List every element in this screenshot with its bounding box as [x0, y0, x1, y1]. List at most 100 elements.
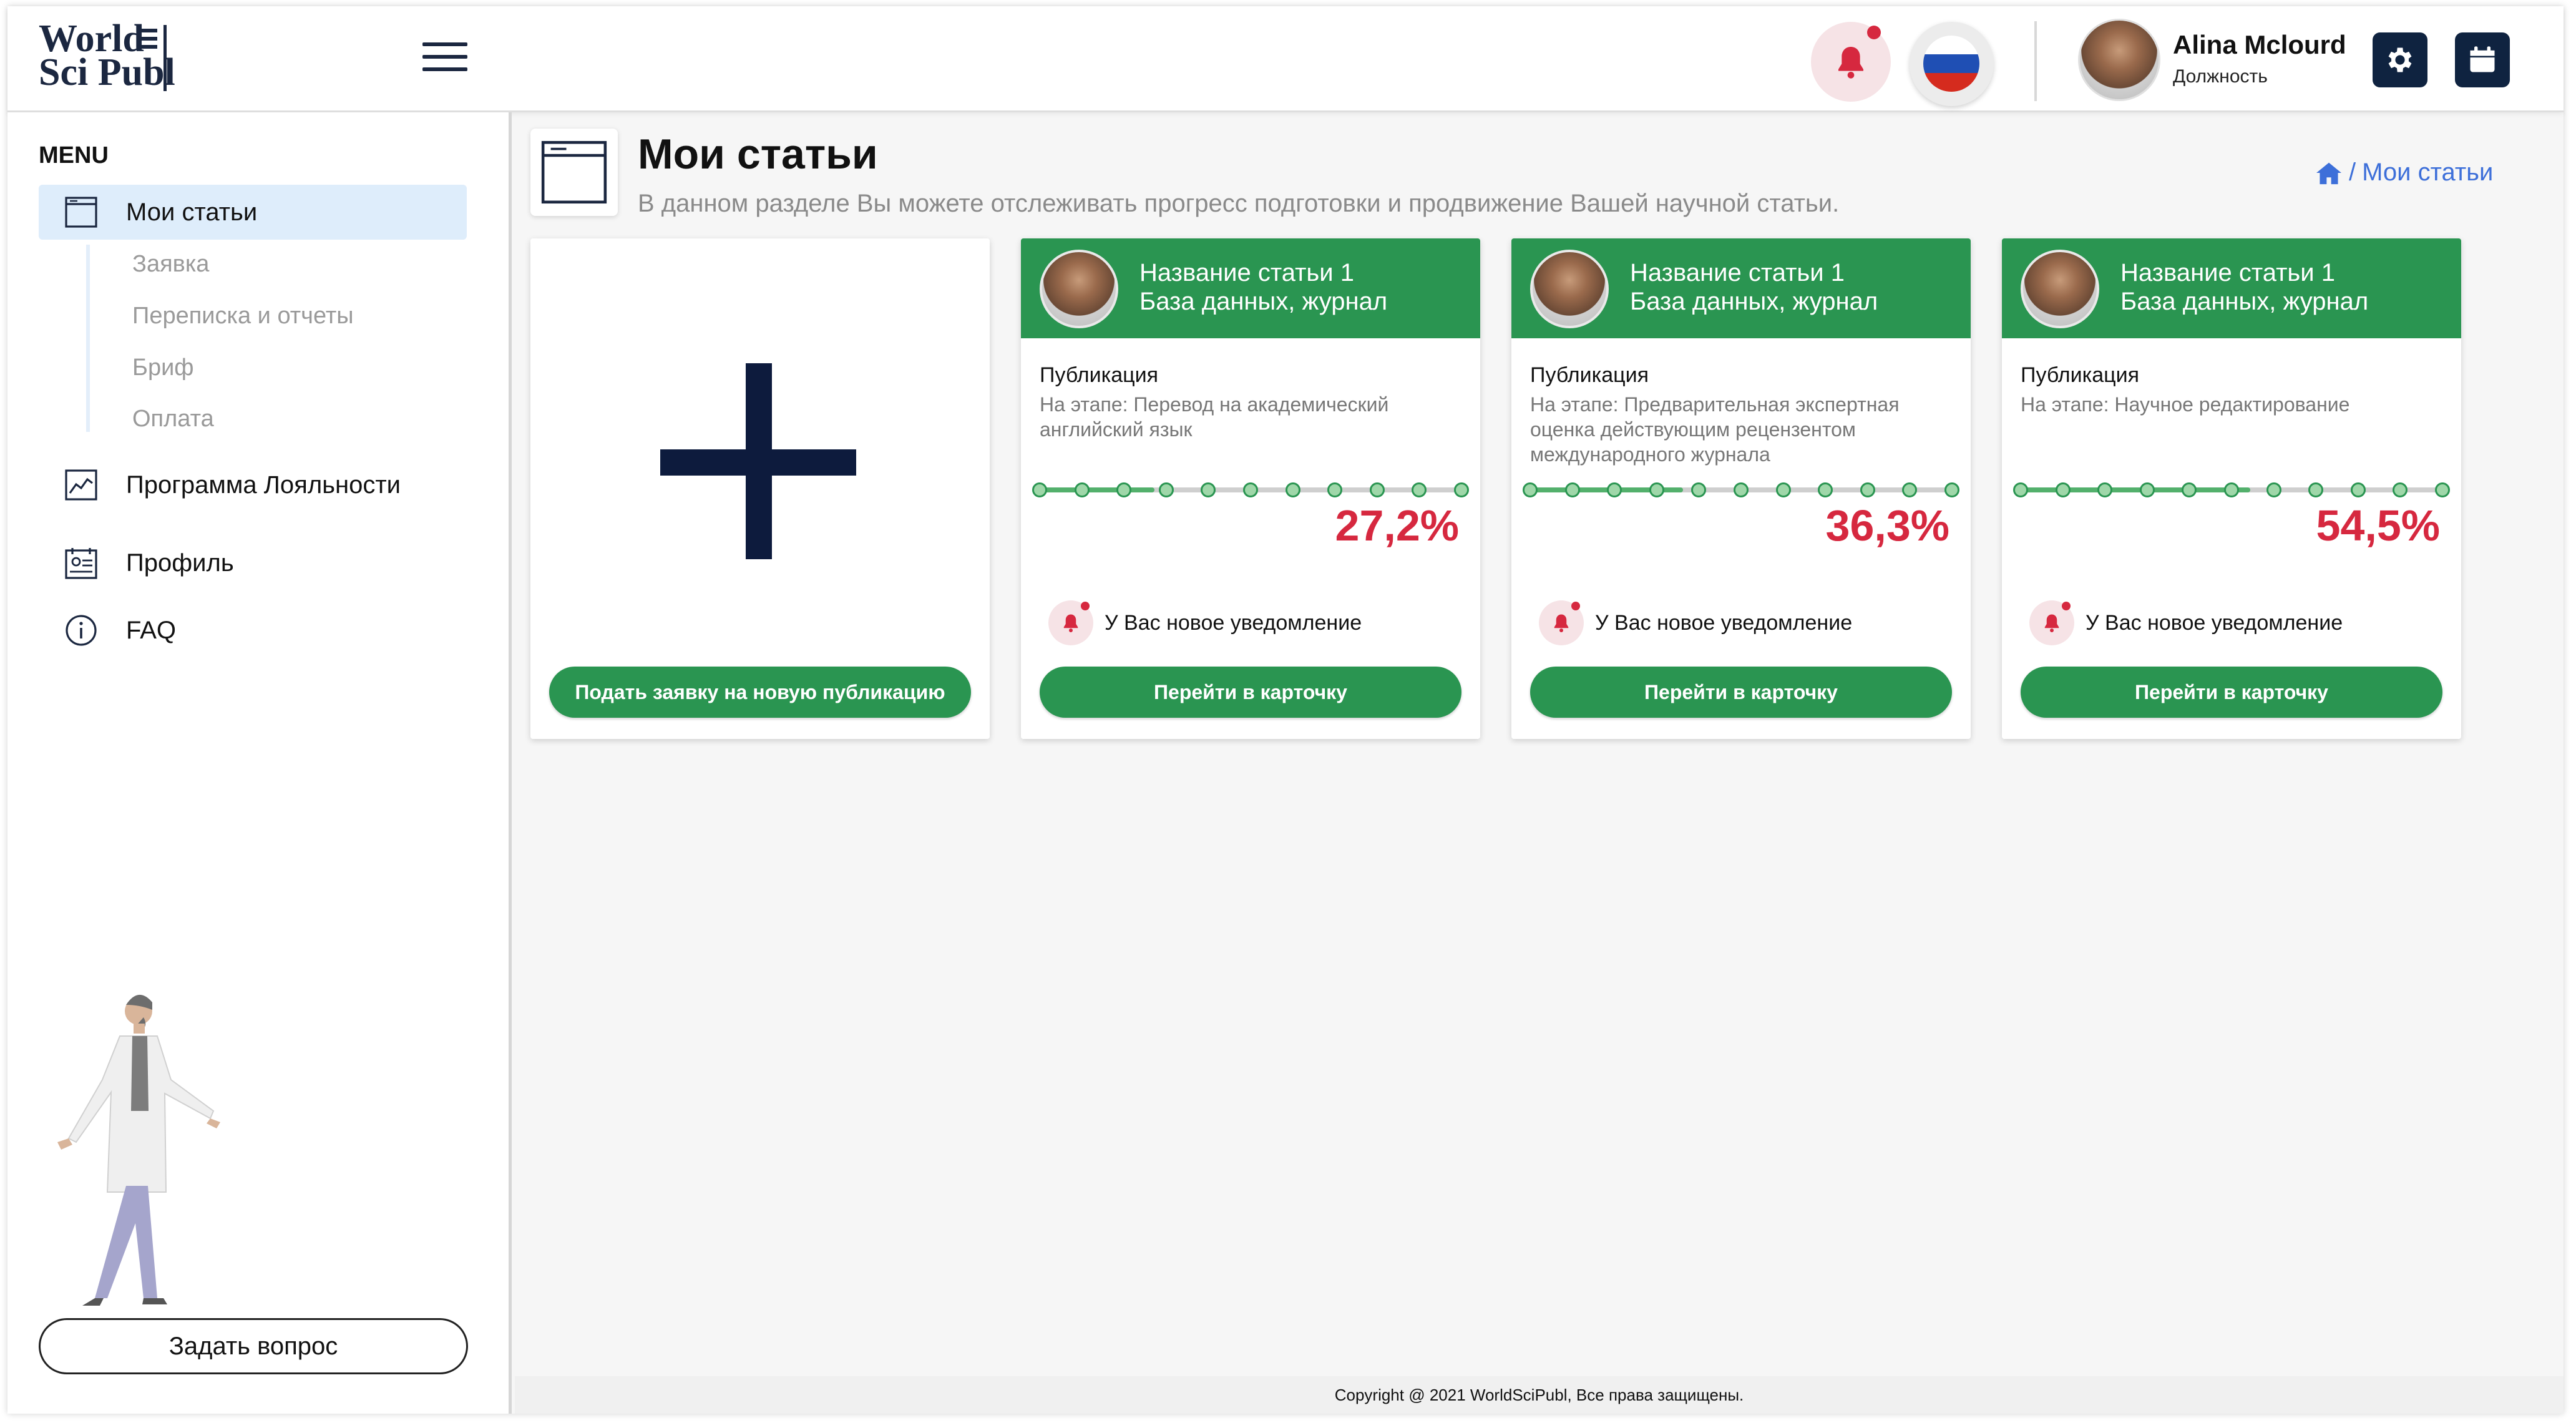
notification-dot [1867, 26, 1881, 39]
submenu-track [86, 245, 90, 432]
progress-step-dot [1734, 482, 1749, 497]
sidebar-item-loyalty[interactable]: Программа Лояльности [64, 466, 401, 504]
bell-icon [2029, 600, 2074, 645]
progress-step-dot [1691, 482, 1707, 497]
stage-text: На этапе: Перевод на академический англи… [1040, 393, 1389, 441]
ask-question-button[interactable]: Задать вопрос [39, 1318, 468, 1374]
logo-line-2: Sci Publ [39, 51, 175, 94]
user-name: Alina Mclourd [2173, 30, 2346, 59]
settings-button[interactable] [2373, 32, 2427, 87]
progress-step-dot [2435, 482, 2450, 497]
submenu-item-correspondence[interactable]: Переписка и отчеты [132, 303, 354, 330]
bell-icon [1838, 47, 1863, 79]
calendar-icon [2470, 46, 2495, 72]
progress-step-dot [2139, 482, 2155, 497]
progress-step-dot [1369, 482, 1385, 497]
open-card-button[interactable]: Перейти в карточку [1530, 667, 1952, 718]
open-card-button[interactable]: Перейти в карточку [2021, 667, 2442, 718]
home-icon[interactable] [2315, 160, 2343, 185]
browser-window-icon [541, 140, 607, 204]
stage-text: На этапе: Научное редактирование [2021, 393, 2350, 416]
progress-step-dot [2013, 482, 2028, 497]
avatar [1040, 250, 1118, 328]
progress-step-dot [1158, 482, 1174, 497]
language-selector[interactable] [1910, 22, 1994, 106]
progress-step-dot [1564, 482, 1580, 497]
breadcrumb: / Мои статьи [2315, 159, 2493, 187]
progress-step-dot [1454, 482, 1469, 497]
notification-row[interactable]: У Вас новое уведомление [1048, 600, 1362, 645]
notifications-button[interactable] [1811, 22, 1891, 102]
doctor-illustration [57, 994, 220, 1306]
progress-step-dot [1243, 482, 1258, 497]
breadcrumb-current[interactable]: Мои статьи [2362, 159, 2493, 187]
open-card-button[interactable]: Перейти в карточку [1040, 667, 1461, 718]
bell-icon [1539, 600, 1584, 645]
progress-step-dot [2308, 482, 2324, 497]
progress-step-dot [2393, 482, 2408, 497]
avatar [2021, 250, 2099, 328]
article-card: Название статьи 1 База данных, журнал Пу… [1511, 238, 1971, 739]
submenu-item-payment[interactable]: Оплата [132, 406, 214, 433]
submit-new-publication-button[interactable]: Подать заявку на новую публикацию [549, 667, 971, 718]
notification-text: У Вас новое уведомление [2086, 610, 2343, 635]
progress-step-dot [2097, 482, 2113, 497]
publication-label: Публикация [2021, 363, 2140, 387]
progress-step-dot [2266, 482, 2281, 497]
publication-label: Публикация [1530, 363, 1649, 387]
progress-step-dot [1285, 482, 1300, 497]
publication-label: Публикация [1040, 363, 1159, 387]
article-card: Название статьи 1 База данных, журнал Пу… [2002, 238, 2461, 739]
progress-step-dot [1074, 482, 1090, 497]
progress-percent: 54,5% [2316, 501, 2440, 550]
hamburger-menu-icon[interactable] [422, 42, 467, 74]
progress-bar [2013, 482, 2450, 497]
sidebar-item-label: Профиль [126, 549, 234, 577]
sidebar: MENU Мои статьи Заявка Переписка и отчет… [7, 112, 512, 1414]
article-database: База данных, журнал [1630, 288, 1878, 315]
sidebar-item-profile[interactable]: Профиль [64, 544, 234, 582]
sidebar-item-label: Мои статьи [126, 198, 258, 226]
top-bar: World Sci Publ Alina Mclourd Должность [7, 6, 2564, 112]
progress-step-dot [2182, 482, 2197, 497]
stage-text: На этапе: Предварительная экспертная оце… [1530, 393, 1900, 466]
page-icon [530, 129, 618, 216]
calendar-button[interactable] [2455, 32, 2510, 87]
progress-step-dot [1412, 482, 1427, 497]
progress-step-dot [2055, 482, 2071, 497]
user-role: Должность [2173, 66, 2268, 87]
progress-step-dot [1944, 482, 1959, 497]
sidebar-item-faq[interactable]: FAQ [64, 612, 176, 649]
breadcrumb-separator: / [2349, 159, 2356, 186]
article-database: База данных, журнал [1139, 288, 1388, 315]
submenu-item-application[interactable]: Заявка [132, 251, 209, 278]
id-card-icon [64, 545, 99, 580]
article-title: Название статьи 1 [1139, 259, 1354, 286]
progress-step-dot [1649, 482, 1664, 497]
menu-title: MENU [39, 142, 109, 169]
logo[interactable]: World Sci Publ [39, 19, 176, 94]
avatar[interactable] [2078, 19, 2160, 101]
submenu-item-brief[interactable]: Бриф [132, 355, 194, 381]
progress-bar [1032, 482, 1469, 497]
progress-step-dot [1523, 482, 1538, 497]
progress-percent: 27,2% [1335, 501, 1459, 550]
article-database: База данных, журнал [2120, 288, 2369, 315]
sidebar-item-label: FAQ [126, 616, 177, 644]
avatar [1530, 250, 1609, 328]
progress-step-dot [1818, 482, 1833, 497]
progress-step-dot [1116, 482, 1132, 497]
progress-step-dot [1860, 482, 1875, 497]
notification-row[interactable]: У Вас новое уведомление [2029, 600, 2343, 645]
sidebar-item-my-articles[interactable]: Мои статьи [64, 193, 257, 231]
new-publication-card: Подать заявку на новую публикацию [530, 238, 990, 739]
notification-text: У Вас новое уведомление [1595, 610, 1853, 635]
notification-row[interactable]: У Вас новое уведомление [1539, 600, 1852, 645]
progress-fill [1040, 487, 1154, 492]
progress-step-dot [1902, 482, 1918, 497]
logo-lines [137, 29, 157, 53]
line-chart-icon [64, 467, 99, 502]
article-card-header: Название статьи 1 База данных, журнал [1021, 238, 1480, 338]
page-description: В данном разделе Вы можете отслеживать п… [638, 190, 1840, 217]
browser-window-icon [64, 195, 99, 230]
